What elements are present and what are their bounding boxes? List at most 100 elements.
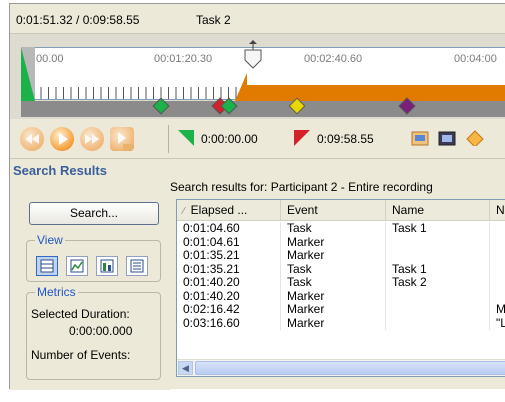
- number-events-label: Number of Events:: [31, 348, 131, 362]
- panel-title: Search Results: [13, 163, 107, 178]
- event-strip: [21, 101, 505, 117]
- table-cell: Marker: [281, 235, 386, 249]
- table-cell: [386, 316, 490, 330]
- playback-toolbar: 0:00:00.00 0:09:58.55: [10, 119, 505, 159]
- timeline-label: 00.00: [36, 53, 64, 65]
- table-icon: [40, 259, 54, 273]
- play-button[interactable]: [50, 127, 74, 151]
- view-legend: View: [35, 233, 65, 247]
- sort-icon: ⁄: [183, 206, 185, 217]
- start-time-value: 0:00:00.00: [201, 132, 258, 146]
- marker-diamond-icon[interactable]: [466, 130, 484, 146]
- view-group: View: [26, 233, 161, 282]
- list-icon: [130, 259, 144, 273]
- timeline-label: 00:01:20.30: [154, 53, 213, 65]
- table-header: ⁄Elapsed ... Event Name No: [177, 200, 505, 221]
- view-list-button[interactable]: [126, 256, 148, 276]
- column-header-event[interactable]: Event: [281, 200, 386, 221]
- column-header-notes[interactable]: No: [490, 200, 505, 221]
- playhead-icon[interactable]: [244, 40, 262, 70]
- table-cell: [490, 290, 505, 304]
- table-cell: 0:01:40.20: [177, 289, 281, 303]
- rewind-button[interactable]: [20, 127, 44, 151]
- table-cell: "Lo: [490, 317, 505, 331]
- results-label: Search results for: Participant 2 - Enti…: [170, 180, 433, 194]
- time-status-bar: 0:01:51.32 / 0:09:58.55 Task 2: [10, 4, 505, 34]
- current-time: 0:01:51.32 / 0:09:58.55: [16, 13, 140, 27]
- view-chart-button[interactable]: [66, 256, 88, 276]
- table-cell: Mis: [490, 303, 505, 317]
- view-table-button[interactable]: [36, 256, 58, 276]
- selection-range: [235, 73, 505, 101]
- end-flag-icon[interactable]: [292, 128, 312, 148]
- horizontal-scrollbar[interactable]: ◀: [177, 359, 505, 376]
- table-body: 0:01:04.60 Task Task 1 0:01:04.61 Marker 0:01…: [177, 222, 505, 330]
- table-row[interactable]: 0:01:40.20 Task Task 2: [177, 276, 505, 290]
- column-header-elapsed[interactable]: ⁄ Elapsed ...: [177, 200, 281, 221]
- table-cell: [386, 303, 490, 317]
- table-row[interactable]: 0:01:04.60 Task Task 1: [177, 222, 505, 236]
- table-cell: [490, 222, 505, 236]
- table-cell: [386, 235, 490, 249]
- table-cell: Marker: [281, 303, 386, 317]
- toolbar-separator: [168, 125, 169, 153]
- table-cell: Task: [281, 276, 386, 290]
- search-panel: Search Results Search... View Metrics Se…: [10, 160, 170, 390]
- metrics-legend: Metrics: [35, 285, 78, 299]
- step-icon: [118, 132, 133, 150]
- table-cell: 0:01:04.60: [177, 222, 281, 236]
- table-cell: Task 1: [386, 262, 490, 276]
- table-cell: 0:02:16.42: [177, 303, 281, 317]
- table-cell: 0:03:16.60: [177, 316, 281, 330]
- table-cell: Marker: [281, 289, 386, 303]
- start-flag-icon[interactable]: [176, 128, 196, 148]
- table-row[interactable]: 0:01:35.21 Task Task 1: [177, 262, 505, 277]
- table-row[interactable]: 0:02:16.42Marker Mis: [177, 303, 505, 317]
- scroll-thumb[interactable]: [195, 361, 505, 375]
- view-split-button[interactable]: [96, 256, 118, 276]
- table-cell: [386, 249, 490, 263]
- table-row[interactable]: 0:01:35.21 Marker: [177, 249, 505, 263]
- film-icon[interactable]: [438, 130, 456, 146]
- fast-forward-button[interactable]: [80, 127, 104, 151]
- table-cell: [490, 276, 505, 290]
- search-button[interactable]: Search...: [29, 202, 159, 225]
- app-window: 0:01:51.32 / 0:09:58.55 Task 2 00.00 00:…: [9, 3, 505, 390]
- rewind-icon: [25, 134, 39, 144]
- timeline-label: 00:02:40.60: [304, 53, 363, 65]
- table-row[interactable]: 0:01:04.61 Marker: [177, 235, 505, 250]
- table-cell: 0:01:35.21: [177, 262, 281, 276]
- start-marker-icon: [21, 47, 35, 101]
- table-cell: Task 1: [386, 222, 490, 236]
- timeline[interactable]: 00.00 00:01:20.30 00:02:40.60 00:04:00: [10, 34, 505, 119]
- table-cell: [490, 263, 505, 277]
- results-table[interactable]: ⁄Elapsed ... Event Name No 0:01:04.60Tas…: [176, 199, 505, 377]
- table-cell: Task: [281, 262, 386, 276]
- end-time-value: 0:09:58.55: [317, 132, 374, 146]
- metrics-group: Metrics Selected Duration: 0:00:00.000 N…: [26, 285, 161, 380]
- table-cell: 0:01:35.21: [177, 249, 281, 263]
- table-row[interactable]: 0:01:40.20 Marker: [177, 289, 505, 304]
- table-cell: 0:01:40.20: [177, 276, 281, 290]
- selected-duration-value: 0:00:00.000: [69, 324, 133, 338]
- current-task: Task 2: [196, 13, 231, 27]
- timeline-label: 00:04:00: [454, 53, 497, 65]
- export-icon[interactable]: [411, 130, 429, 146]
- table-cell: Marker: [281, 316, 386, 330]
- table-cell: 0:01:04.61: [177, 235, 281, 249]
- table-cell: [386, 289, 490, 303]
- split-view-icon: [100, 259, 114, 273]
- column-header-name[interactable]: Name: [386, 200, 490, 221]
- table-cell: [490, 249, 505, 263]
- table-cell: [490, 236, 505, 250]
- selected-duration-label: Selected Duration:: [31, 307, 130, 321]
- table-cell: Task 2: [386, 276, 490, 290]
- chart-icon: [70, 259, 84, 273]
- table-cell: Marker: [281, 249, 386, 263]
- table-row[interactable]: 0:03:16.60Marker "Lo: [177, 316, 505, 331]
- step-button[interactable]: [110, 127, 134, 151]
- play-icon: [59, 133, 68, 145]
- scroll-left-icon[interactable]: ◀: [178, 361, 193, 375]
- table-cell: Task: [281, 222, 386, 236]
- fast-forward-icon: [85, 134, 99, 144]
